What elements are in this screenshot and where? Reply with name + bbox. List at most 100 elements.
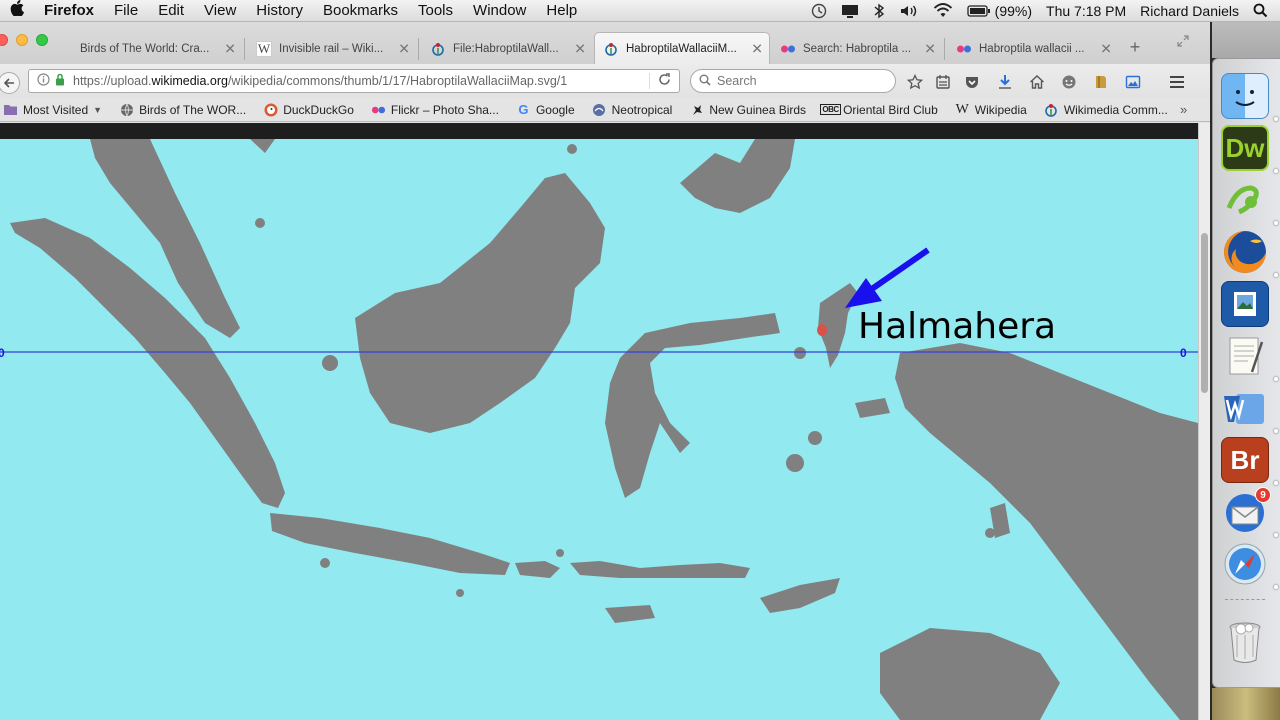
bookmark-duckduckgo[interactable]: DuckDuckGo: [263, 102, 354, 117]
tab-title: Search: Habroptila ...: [803, 43, 912, 55]
spreadsheet-app-icon[interactable]: [1221, 177, 1269, 223]
desktop-background-bottom: [1212, 688, 1280, 720]
bookmark-birds-of-the-world[interactable]: Birds of The WOR...: [119, 102, 246, 117]
lock-icon: [55, 73, 65, 89]
battery-percent: (99%): [994, 2, 1033, 19]
tab-close-icon[interactable]: ✕: [1100, 41, 1112, 58]
bookmark-neotropical[interactable]: Neotropical: [592, 102, 673, 117]
tab-close-icon[interactable]: ✕: [751, 40, 763, 57]
tab-close-icon[interactable]: ✕: [224, 41, 236, 58]
menu-file[interactable]: File: [104, 2, 148, 19]
url-bar[interactable]: https://upload.wikimedia.org/wikipedia/c…: [28, 69, 680, 93]
bookmark-wikimedia-commons[interactable]: Wikimedia Comm...: [1044, 102, 1168, 117]
bookmark-label: New Guinea Birds: [709, 102, 807, 117]
textedit-icon[interactable]: [1221, 333, 1269, 379]
tab-file-habroptila[interactable]: File:HabroptilaWall... ✕: [422, 34, 592, 64]
page-content: 0 0 Halmahera: [0, 123, 1198, 720]
tab-close-icon[interactable]: ✕: [574, 41, 586, 58]
equator-label-right: 0: [1180, 346, 1187, 360]
bluetooth-icon[interactable]: [866, 3, 892, 19]
hamburger-menu-icon[interactable]: [1168, 73, 1186, 91]
spotlight-search-icon[interactable]: [1246, 3, 1280, 18]
battery-status[interactable]: (99%): [960, 3, 1039, 19]
reading-list-icon[interactable]: [934, 73, 952, 91]
tab-flickr-habroptila[interactable]: Habroptila wallacii ... ✕: [948, 34, 1118, 64]
chat-smiley-icon[interactable]: [1060, 73, 1078, 91]
display-icon[interactable]: [834, 3, 866, 19]
clock[interactable]: Thu 7:18 PM: [1039, 3, 1133, 19]
tab-close-icon[interactable]: ✕: [398, 41, 410, 58]
range-highlight: [817, 324, 827, 336]
back-arrow-icon[interactable]: [0, 72, 20, 94]
finder-icon[interactable]: [1221, 73, 1269, 119]
firefox-icon[interactable]: [1221, 229, 1269, 275]
menu-tools[interactable]: Tools: [408, 2, 463, 19]
thunderbird-icon[interactable]: 9: [1221, 487, 1271, 535]
wikimedia-icon: [1044, 102, 1059, 117]
extension-icon[interactable]: [1092, 73, 1110, 91]
wifi-icon[interactable]: [926, 2, 960, 19]
bookmark-star-icon[interactable]: [906, 73, 924, 91]
word-icon[interactable]: [1221, 385, 1269, 431]
bridge-icon[interactable]: Br: [1221, 437, 1269, 483]
duckduckgo-icon: [263, 102, 278, 117]
apple-menu-icon[interactable]: [0, 0, 34, 21]
close-window-button[interactable]: [0, 34, 8, 46]
screenshot-icon[interactable]: [1124, 73, 1142, 91]
home-icon[interactable]: [1028, 73, 1046, 91]
bookmark-new-guinea-birds[interactable]: New Guinea Birds: [689, 102, 806, 117]
menu-help[interactable]: Help: [536, 2, 587, 19]
obc-icon: OBC: [820, 104, 841, 115]
preview-icon[interactable]: [1221, 281, 1269, 327]
tab-title: Invisible rail – Wiki...: [279, 43, 384, 55]
bookmark-label: Neotropical: [611, 102, 673, 117]
menu-window[interactable]: Window: [463, 2, 536, 19]
safari-icon[interactable]: [1221, 541, 1269, 587]
bookmark-flickr[interactable]: Flickr – Photo Sha...: [371, 102, 499, 117]
zoom-window-button[interactable]: [36, 34, 48, 46]
download-icon[interactable]: [996, 73, 1014, 91]
tab-title: File:HabroptilaWall...: [453, 43, 559, 55]
reload-icon[interactable]: [649, 73, 671, 89]
tab-close-icon[interactable]: ✕: [924, 41, 936, 58]
bookmark-label: Flickr – Photo Sha...: [390, 102, 499, 117]
menu-history[interactable]: History: [246, 2, 313, 19]
tab-flickr-search[interactable]: Search: Habroptila ... ✕: [772, 34, 942, 64]
tab-invisible-rail[interactable]: W Invisible rail – Wiki... ✕: [248, 34, 416, 64]
search-bar[interactable]: Search: [690, 69, 896, 93]
tab-habroptila-map[interactable]: HabroptilaWallaciiM... ✕: [594, 32, 770, 64]
menu-edit[interactable]: Edit: [148, 2, 194, 19]
chevron-down-icon: ▼: [93, 104, 103, 115]
wikipedia-icon: W: [256, 41, 272, 57]
new-tab-icon[interactable]: +: [1126, 37, 1144, 57]
bookmark-oriental-bird-club[interactable]: OBC Oriental Bird Club: [820, 102, 938, 117]
bookmark-label: Oriental Bird Club: [843, 102, 938, 117]
globe-icon: [119, 102, 134, 117]
tab-birds-of-the-world[interactable]: Birds of The World: Cra... ✕: [72, 34, 242, 64]
vertical-scrollbar[interactable]: [1198, 123, 1210, 720]
menu-view[interactable]: View: [194, 2, 246, 19]
menu-bookmarks[interactable]: Bookmarks: [313, 2, 408, 19]
wikimedia-icon: [603, 41, 619, 57]
bookmark-label: Birds of The WOR...: [139, 102, 247, 117]
bookmark-most-visited[interactable]: Most Visited ▼: [3, 102, 102, 117]
wikipedia-icon: W: [955, 101, 969, 117]
info-icon[interactable]: [37, 73, 50, 89]
bookmark-label: Wikipedia: [974, 102, 1027, 117]
menu-app-name[interactable]: Firefox: [34, 2, 104, 19]
minimize-window-button[interactable]: [16, 34, 28, 46]
pocket-icon[interactable]: [963, 73, 981, 91]
fullscreen-icon[interactable]: [1174, 32, 1192, 50]
wikimedia-icon: [430, 41, 446, 57]
trash-icon[interactable]: [1221, 619, 1269, 665]
navigation-bar: https://upload.wikimedia.org/wikipedia/c…: [0, 64, 1210, 98]
bookmark-wikipedia[interactable]: W Wikipedia: [955, 102, 1027, 117]
scrollbar-thumb[interactable]: [1201, 233, 1208, 393]
dreamweaver-icon[interactable]: Dw: [1221, 125, 1269, 171]
volume-icon[interactable]: [892, 3, 926, 19]
chevron-more-icon[interactable]: »: [1180, 102, 1187, 117]
time-machine-icon[interactable]: [804, 3, 834, 19]
unread-badge: 9: [1255, 487, 1271, 503]
bookmark-google[interactable]: G Google: [516, 102, 574, 117]
user-name[interactable]: Richard Daniels: [1133, 3, 1246, 19]
